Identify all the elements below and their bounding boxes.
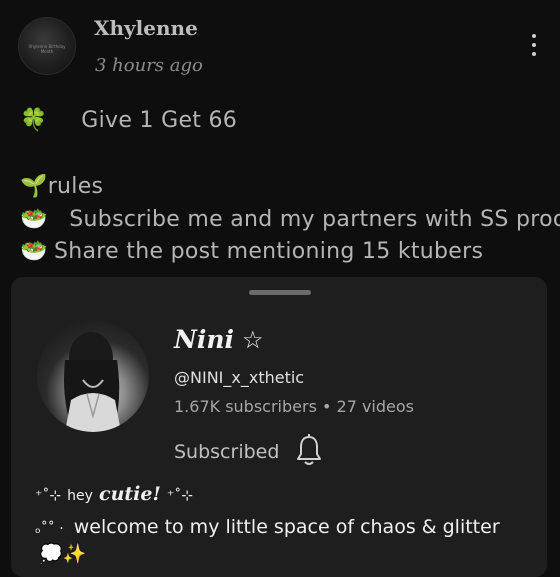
post-timestamp: 3 hours ago: [95, 55, 203, 76]
bell-icon[interactable]: [294, 433, 324, 467]
subscribed-button[interactable]: Subscribed: [174, 441, 279, 463]
channel-handle: @NINI_x_xthetic: [174, 368, 305, 387]
more-options-icon[interactable]: [528, 34, 540, 60]
post-author[interactable]: Xhylenne: [94, 16, 198, 40]
avatar-text: Xhylenne Birthday Month: [28, 44, 66, 54]
seedling-icon: 🌱: [20, 174, 48, 199]
post-line-subscribe: 🥗 Subscribe me and my partners with SS p…: [20, 207, 560, 232]
post-line-share: 🥗 Share the post mentioning 15 ktubers: [20, 239, 483, 264]
bio-decoration: ⁺˚⊹: [166, 488, 193, 504]
bio-line-3: 💭✨: [39, 543, 87, 565]
channel-avatar[interactable]: [37, 320, 149, 432]
post-line-giveaway: 🍀 Give 1 Get 66: [20, 108, 237, 133]
post-line-text: Subscribe me and my partners with SS pro…: [69, 207, 560, 232]
drag-handle[interactable]: [249, 290, 311, 295]
author-avatar[interactable]: Xhylenne Birthday Month: [18, 17, 76, 75]
salad-bowl-icon: 🥗: [20, 207, 48, 232]
post-line-text: Share the post mentioning 15 ktubers: [54, 239, 484, 264]
channel-name[interactable]: Nini ☆: [174, 325, 264, 354]
bio-line-2: ₒ˚˚ · welcome to my little space of chao…: [35, 516, 500, 538]
bio-line-1: ⁺˚⊹ hey cutie! ⁺˚⊹: [35, 483, 193, 505]
channel-stats: 1.67K subscribers • 27 videos: [174, 397, 414, 416]
bio-decoration: ₒ˚˚ ·: [35, 521, 64, 537]
post-header: Xhylenne Birthday Month Xhylenne 3 hours…: [0, 0, 560, 90]
bio-welcome-text: welcome to my little space of chaos & gl…: [73, 516, 500, 538]
channel-avatar-image: [64, 332, 121, 432]
star-icon: ☆: [242, 326, 264, 354]
post-line-text: rules: [47, 174, 104, 199]
channel-name-text: Nini: [174, 325, 235, 354]
bio-hey: hey: [67, 488, 93, 504]
post-line-text: Give 1 Get 66: [81, 108, 238, 133]
four-leaf-clover-icon: 🍀: [20, 108, 48, 133]
post-line-rules: 🌱rules: [20, 174, 103, 199]
salad-bowl-icon: 🥗: [20, 239, 48, 264]
bio-decoration: ⁺˚⊹: [35, 488, 62, 504]
bio-cutie: cutie!: [99, 483, 161, 505]
channel-card: Nini ☆ @NINI_x_xthetic 1.67K subscribers …: [11, 277, 547, 577]
